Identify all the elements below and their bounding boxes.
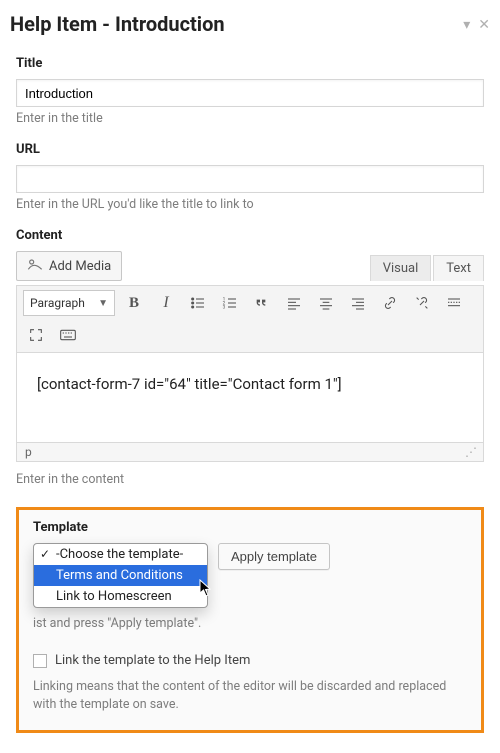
editor-toolbar: Paragraph ▼ B I 123 xyxy=(16,285,484,353)
template-option-placeholder[interactable]: -Choose the template- xyxy=(34,544,207,565)
bold-button[interactable]: B xyxy=(121,290,147,316)
template-dropdown[interactable]: -Choose the template- Terms and Conditio… xyxy=(33,543,208,608)
title-input[interactable] xyxy=(16,79,484,107)
url-hint: Enter in the URL you'd like the title to… xyxy=(16,197,484,212)
align-right-button[interactable] xyxy=(345,290,371,316)
numbered-list-button[interactable]: 123 xyxy=(217,290,243,316)
content-label: Content xyxy=(16,228,484,243)
add-media-button[interactable]: Add Media xyxy=(16,251,122,281)
content-hint: Enter in the content xyxy=(16,472,484,487)
fullscreen-button[interactable] xyxy=(23,322,49,348)
template-label: Template xyxy=(33,520,467,535)
keyboard-icon[interactable] xyxy=(55,322,81,348)
close-icon[interactable]: ✕ xyxy=(478,17,490,33)
template-option-homescreen[interactable]: Link to Homescreen xyxy=(34,586,207,607)
panel-title: Help Item - Introduction xyxy=(10,12,463,36)
add-media-label: Add Media xyxy=(49,259,111,274)
tab-visual[interactable]: Visual xyxy=(370,255,432,281)
template-section: Template -Choose the template- Terms and… xyxy=(16,507,484,733)
title-hint: Enter in the title xyxy=(16,111,484,126)
url-input[interactable] xyxy=(16,165,484,193)
chevron-down-icon: ▼ xyxy=(98,298,108,309)
template-hint: ist and press "Apply template". xyxy=(33,616,467,631)
collapse-icon[interactable]: ▾ xyxy=(463,17,470,33)
editor-path: p xyxy=(25,445,32,459)
format-select[interactable]: Paragraph ▼ xyxy=(23,290,115,316)
format-select-label: Paragraph xyxy=(30,296,85,310)
apply-template-button[interactable]: Apply template xyxy=(218,543,330,570)
svg-text:3: 3 xyxy=(223,304,226,310)
tab-text[interactable]: Text xyxy=(433,255,484,281)
linking-note: Linking means that the content of the ed… xyxy=(33,678,467,714)
editor-content[interactable]: [contact-form-7 id="64" title="Contact f… xyxy=(16,353,484,443)
unlink-button[interactable] xyxy=(409,290,435,316)
title-label: Title xyxy=(16,56,484,71)
url-label: URL xyxy=(16,142,484,157)
italic-button[interactable]: I xyxy=(153,290,179,316)
align-center-button[interactable] xyxy=(313,290,339,316)
link-template-label: Link the template to the Help Item xyxy=(55,653,250,668)
bullet-list-button[interactable] xyxy=(185,290,211,316)
link-template-checkbox[interactable] xyxy=(33,654,47,668)
blockquote-button[interactable] xyxy=(249,290,275,316)
align-left-button[interactable] xyxy=(281,290,307,316)
template-option-terms[interactable]: Terms and Conditions xyxy=(34,565,207,586)
link-button[interactable] xyxy=(377,290,403,316)
resize-handle-icon[interactable]: ⋰ xyxy=(465,445,475,459)
insert-more-button[interactable] xyxy=(441,290,467,316)
media-icon xyxy=(27,257,43,275)
